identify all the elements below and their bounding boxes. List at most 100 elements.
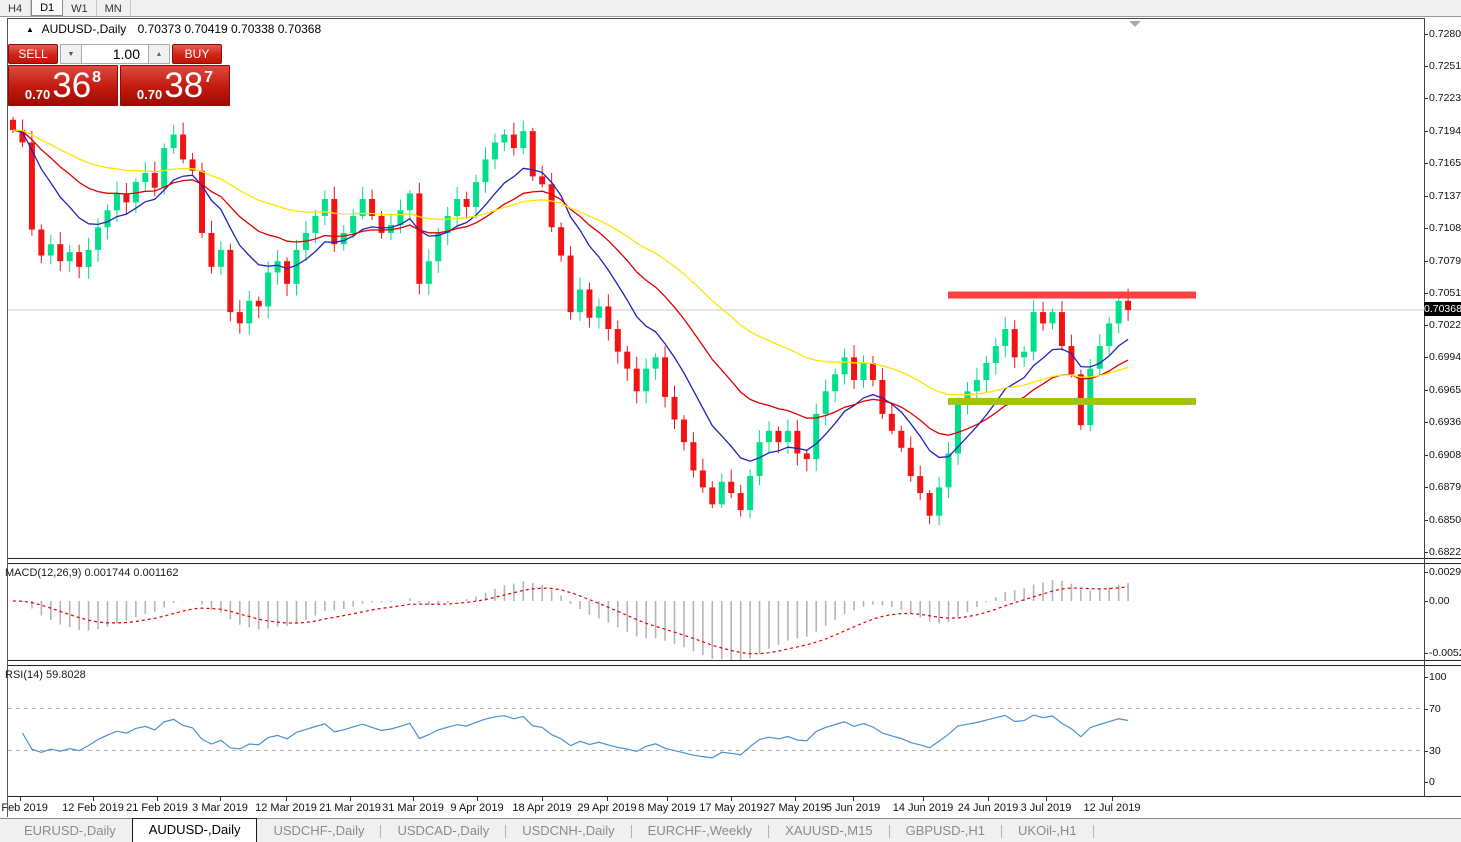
chart-tab-eurusd-daily[interactable]: EURUSD-,Daily	[8, 820, 132, 842]
date-label: 14 Jun 2019	[893, 802, 954, 814]
candle-body	[586, 289, 592, 317]
candle-body	[634, 369, 640, 392]
candle-body	[615, 329, 621, 352]
price-axis-label: 0.69080	[1429, 449, 1461, 461]
candle-body	[520, 131, 526, 148]
price-axis-label-tick	[1425, 66, 1428, 67]
chart-tab-eurchf-weekly[interactable]: EURCHF-,Weekly	[632, 820, 769, 842]
date-tick	[413, 797, 414, 801]
price-axis-label-tick	[1425, 422, 1428, 423]
sell-price-box[interactable]: 0.70368	[8, 65, 118, 106]
autoscroll-marker-icon[interactable]	[1129, 21, 1141, 27]
price-axis-label: 0.68505	[1429, 514, 1461, 526]
candle-body	[775, 431, 781, 442]
candle-body	[284, 261, 290, 284]
chart-title-symbol: AUDUSD-,Daily	[42, 22, 127, 36]
candle-body	[501, 135, 507, 143]
chart-tab-usdcad-daily[interactable]: USDCAD-,Daily	[381, 820, 505, 842]
candle-body	[227, 250, 233, 312]
date-tick	[1112, 797, 1113, 801]
price-axis-label-tick	[1425, 357, 1428, 358]
macd-chart-canvas[interactable]	[8, 564, 1424, 660]
timeframe-toolbar: H4D1W1MN	[0, 0, 1461, 17]
macd-signal-line	[13, 587, 1128, 654]
rsi-axis-label-tick	[1425, 751, 1428, 752]
chart-title: ▲ AUDUSD-,Daily 0.70373 0.70419 0.70338 …	[26, 22, 321, 36]
rsi-panel[interactable]	[8, 666, 1424, 796]
candle-body	[624, 352, 630, 369]
macd-axis-label: 0.00	[1429, 595, 1449, 607]
candle-body	[889, 414, 895, 431]
volume-decrease-button[interactable]: ▼	[60, 44, 82, 64]
buy-price-box[interactable]: 0.70387	[120, 65, 230, 106]
chart-tab-ukoil-h1[interactable]: UKOil-,H1	[1002, 820, 1093, 842]
chart-tab-usdcnh-daily[interactable]: USDCNH-,Daily	[506, 820, 630, 842]
chart-tab-gbpusd-h1[interactable]: GBPUSD-,H1	[890, 820, 1001, 842]
date-tick	[157, 797, 158, 801]
volume-increase-button[interactable]: ▲	[148, 44, 170, 64]
candle-body	[171, 135, 177, 149]
chart-tab-audusd-daily[interactable]: AUDUSD-,Daily	[132, 818, 258, 842]
macd-axis-label: 0.002984	[1429, 566, 1461, 578]
candle-body	[917, 476, 923, 493]
date-label: 9 Apr 2019	[450, 802, 503, 814]
price-axis-label: 0.69940	[1429, 351, 1461, 363]
tf-button-mn[interactable]: MN	[97, 0, 131, 16]
candle-body	[605, 306, 611, 329]
sell-button[interactable]: SELL	[8, 44, 58, 64]
candle-body	[152, 173, 158, 188]
price-scale[interactable]: 0.728000.725150.722300.719450.716550.713…	[1425, 0, 1461, 842]
candle-body	[747, 476, 753, 510]
volume-input[interactable]	[82, 44, 148, 64]
candle-body	[870, 363, 876, 380]
buy-button[interactable]: BUY	[172, 44, 222, 64]
candle-body	[1068, 346, 1074, 374]
candle-body	[681, 420, 687, 443]
candle-body	[908, 448, 914, 476]
tab-separator	[1093, 825, 1094, 838]
time-scale[interactable]: 3 Feb 201912 Feb 201921 Feb 20193 Mar 20…	[8, 797, 1424, 817]
candle-body	[265, 273, 271, 307]
price-axis-label: 0.70225	[1429, 319, 1461, 331]
date-tick	[667, 797, 668, 801]
rsi-axis-label-tick	[1425, 782, 1428, 783]
date-label: 12 Jul 2019	[1084, 802, 1141, 814]
candle-body	[464, 199, 470, 207]
price-axis-label-tick	[1425, 455, 1428, 456]
candle-body	[539, 176, 545, 184]
chart-tab-usdchf-daily[interactable]: USDCHF-,Daily	[257, 820, 380, 842]
candle-body	[993, 346, 999, 363]
candle-body	[728, 482, 734, 493]
price-axis-label-tick	[1425, 325, 1428, 326]
date-tick	[1046, 797, 1047, 801]
sell-price-pips: 36	[52, 69, 91, 102]
candle-body	[794, 431, 800, 454]
price-axis-label-tick	[1425, 487, 1428, 488]
rsi-axis-label: 100	[1429, 671, 1447, 683]
candle-body	[955, 403, 961, 454]
tf-button-d1[interactable]: D1	[31, 0, 63, 16]
candle-body	[331, 199, 337, 244]
candle-body	[1050, 312, 1056, 323]
tf-button-h4[interactable]: H4	[0, 0, 31, 16]
candle-body	[709, 487, 715, 504]
price-axis-label: 0.71945	[1429, 125, 1461, 137]
candle-body	[927, 493, 933, 516]
candle-body	[1012, 329, 1018, 357]
rsi-chart-canvas[interactable]	[8, 666, 1424, 796]
candle-body	[341, 233, 347, 244]
chart-macd-splitter[interactable]	[8, 558, 1461, 564]
price-axis-label: 0.72515	[1429, 60, 1461, 72]
macd-rsi-splitter[interactable]	[8, 660, 1461, 666]
support-level-bar[interactable]	[948, 398, 1196, 405]
rsi-axis-label: 70	[1429, 703, 1441, 715]
candle-body	[813, 414, 819, 459]
tf-button-w1[interactable]: W1	[63, 0, 97, 16]
resistance-level-bar[interactable]	[948, 292, 1196, 299]
price-axis-label: 0.71370	[1429, 190, 1461, 202]
candle-body	[662, 357, 668, 397]
macd-panel[interactable]	[8, 564, 1424, 660]
price-axis-label: 0.72800	[1429, 28, 1461, 40]
chart-tab-xauusd-m15[interactable]: XAUUSD-,M15	[769, 820, 888, 842]
date-tick	[923, 797, 924, 801]
